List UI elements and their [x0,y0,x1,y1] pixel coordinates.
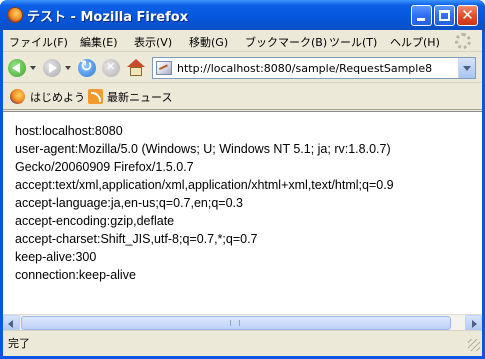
close-button[interactable]: ✕ [457,5,478,26]
horizontal-scrollbar[interactable] [3,314,482,332]
bookmark-latest-news[interactable]: 最新ニュース [107,89,172,105]
minimize-icon [417,18,425,21]
header-line: accept-language:ja,en-us;q=0.7,en;q=0.3 [15,196,243,210]
title-bar[interactable]: テスト - Mozilla Firefox ✕ [0,0,485,30]
rss-feed-icon [88,89,103,104]
address-bar[interactable]: http://localhost:8080/sample/RequestSamp… [152,57,476,79]
header-line: connection:keep-alive [15,268,136,282]
forward-dropdown-icon[interactable] [65,66,71,70]
browser-window: テスト - Mozilla Firefox ✕ ファイル(F) 編集(E) 表示… [0,0,485,359]
minimize-button[interactable] [411,5,432,26]
back-button[interactable] [8,59,26,77]
close-icon: ✕ [461,6,474,24]
bookmark-getting-started[interactable]: はじめよう [30,89,85,105]
back-dropdown-icon[interactable] [30,66,36,70]
page-icon [156,61,172,75]
menu-tools[interactable]: ツール(T) [329,34,377,50]
resize-grip-icon[interactable] [468,339,480,351]
address-input[interactable]: http://localhost:8080/sample/RequestSamp… [177,62,432,75]
stop-button[interactable] [102,59,120,77]
window-title: テスト - Mozilla Firefox [27,10,189,25]
navigation-toolbar: http://localhost:8080/sample/RequestSamp… [3,53,482,83]
address-dropdown-button[interactable] [458,58,475,78]
header-line: accept-charset:Shift_JIS,utf-8;q=0.7,*;q… [15,232,258,246]
bookmarks-toolbar: はじめよう 最新ニュース [3,84,482,110]
forward-button[interactable] [43,59,61,77]
status-bar: 完了 [3,330,482,353]
reload-button[interactable] [78,57,96,77]
firefox-icon [10,89,25,104]
maximize-button[interactable] [434,5,455,26]
menu-bookmarks[interactable]: ブックマーク(B) [245,34,327,50]
menu-view[interactable]: 表示(V) [134,34,172,50]
status-text: 完了 [8,337,30,350]
header-line: host:localhost:8080 [15,124,123,138]
header-line: accept:text/xml,application/xml,applicat… [15,178,394,192]
scrollbar-thumb[interactable] [21,316,451,330]
menu-edit[interactable]: 編集(E) [80,34,118,50]
throbber-icon [455,33,471,49]
firefox-icon [7,7,23,23]
menu-file[interactable]: ファイル(F) [9,34,68,50]
page-content: host:localhost:8080 user-agent:Mozilla/5… [3,111,482,344]
header-line: Gecko/20060909 Firefox/1.5.0.7 [15,160,194,174]
header-line: accept-encoding:gzip,deflate [15,214,175,228]
browser-frame: ファイル(F) 編集(E) 表示(V) 移動(G) ブックマーク(B) ツール(… [3,30,482,356]
menu-bar: ファイル(F) 編集(E) 表示(V) 移動(G) ブックマーク(B) ツール(… [3,30,482,52]
header-line: keep-alive:300 [15,250,97,264]
header-line: user-agent:Mozilla/5.0 (Windows; U; Wind… [15,142,391,156]
menu-help[interactable]: ヘルプ(H) [390,34,440,50]
menu-go[interactable]: 移動(G) [189,34,228,50]
home-icon [127,59,145,67]
home-button[interactable] [127,59,145,77]
maximize-icon [439,10,450,21]
